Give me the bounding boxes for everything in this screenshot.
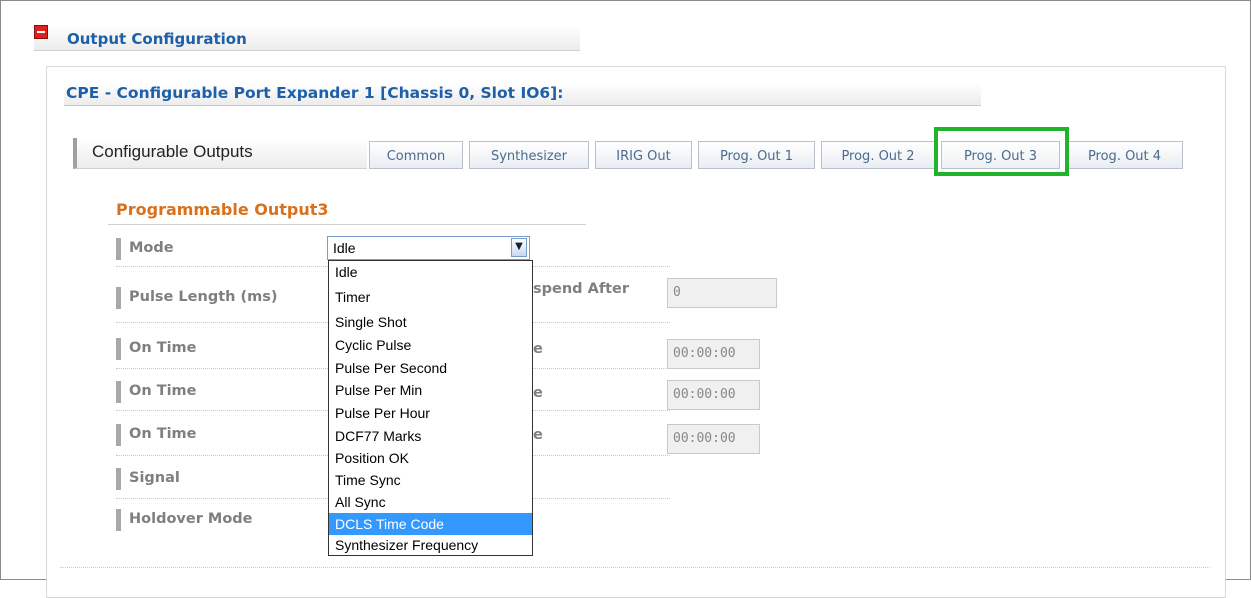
- time-input-2[interactable]: 00:00:00: [667, 380, 760, 410]
- signal-label: Signal: [116, 468, 180, 490]
- mode-label: Mode: [116, 238, 174, 260]
- programmable-output-title: Programmable Output3: [116, 200, 329, 219]
- option-dcf77-marks[interactable]: DCF77 Marks: [329, 425, 532, 447]
- time-input-1[interactable]: 00:00:00: [667, 339, 760, 369]
- on-time-label-2: On Time: [116, 381, 197, 403]
- option-pulse-per-min[interactable]: Pulse Per Min: [329, 379, 532, 401]
- time-label-1: e: [533, 341, 543, 357]
- pulse-length-label: Pulse Length (ms): [116, 287, 278, 309]
- option-position-ok[interactable]: Position OK: [329, 447, 532, 469]
- tabs-label: Configurable Outputs: [92, 142, 253, 161]
- option-pulse-per-second[interactable]: Pulse Per Second: [329, 357, 532, 379]
- tab-irig-out[interactable]: IRIG Out: [595, 141, 692, 169]
- tab-prog-out-1[interactable]: Prog. Out 1: [698, 141, 815, 169]
- highlight-box: [934, 127, 1069, 176]
- tab-prog-out-2[interactable]: Prog. Out 2: [821, 141, 935, 169]
- option-single-shot[interactable]: Single Shot: [329, 311, 532, 333]
- suspend-after-input[interactable]: 0: [667, 278, 777, 308]
- collapse-icon[interactable]: [34, 25, 48, 39]
- mode-select[interactable]: Idle: [327, 236, 530, 260]
- option-synthesizer-frequency[interactable]: Synthesizer Frequency: [329, 535, 532, 555]
- time-label-2: e: [533, 385, 543, 401]
- option-timer[interactable]: Timer: [329, 287, 532, 307]
- on-time-label-3: On Time: [116, 424, 197, 446]
- suspend-after-label: spend After: [533, 281, 630, 297]
- option-cyclic-pulse[interactable]: Cyclic Pulse: [329, 334, 532, 356]
- time-label-3: e: [533, 427, 543, 443]
- option-all-sync[interactable]: All Sync: [329, 491, 532, 513]
- on-time-label-1: On Time: [116, 338, 197, 360]
- section-title[interactable]: Output Configuration: [67, 30, 247, 48]
- mode-dropdown-list: Idle Timer Single Shot Cyclic Pulse Puls…: [328, 260, 533, 556]
- time-input-3[interactable]: 00:00:00: [667, 424, 760, 454]
- tab-common[interactable]: Common: [369, 141, 463, 169]
- option-dcls-time-code[interactable]: DCLS Time Code: [329, 513, 532, 535]
- tab-prog-out-4[interactable]: Prog. Out 4: [1066, 141, 1183, 169]
- option-pulse-per-hour[interactable]: Pulse Per Hour: [329, 402, 532, 424]
- device-title: CPE - Configurable Port Expander 1 [Chas…: [66, 84, 564, 102]
- option-idle[interactable]: Idle: [329, 263, 532, 281]
- chevron-down-icon[interactable]: ▼: [511, 238, 527, 257]
- tab-synthesizer[interactable]: Synthesizer: [469, 141, 589, 169]
- title-underline: [108, 224, 586, 225]
- bottom-divider: [60, 567, 1210, 568]
- option-time-sync[interactable]: Time Sync: [329, 469, 532, 491]
- holdover-mode-label: Holdover Mode: [116, 509, 253, 531]
